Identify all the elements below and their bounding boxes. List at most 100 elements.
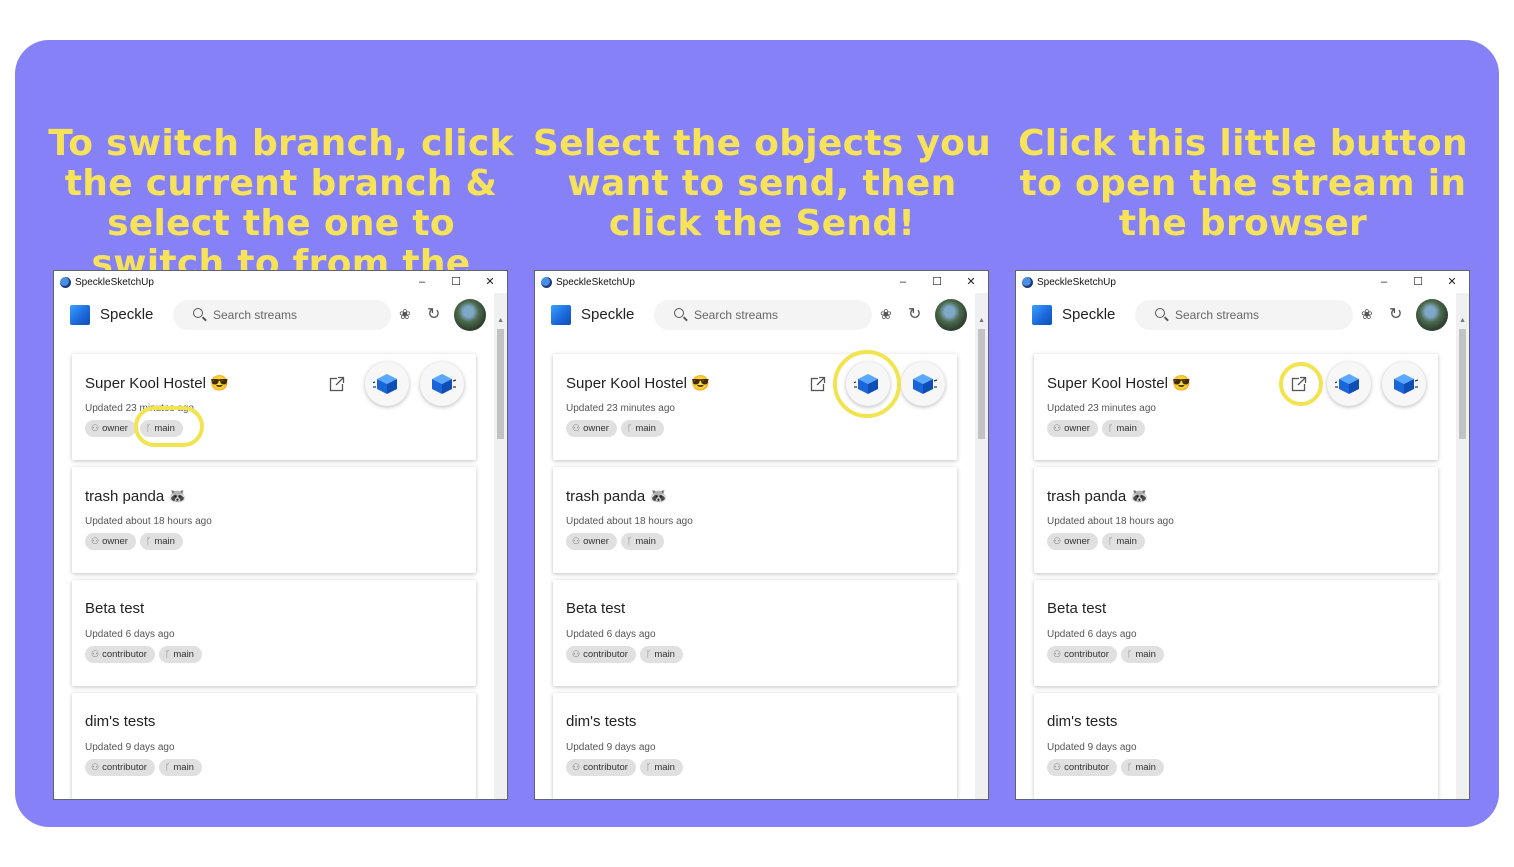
- account-group-icon: ⚇: [91, 423, 100, 433]
- role-label: contributor: [102, 762, 147, 773]
- send-cube-icon: [373, 374, 397, 394]
- source-branch-icon: ᚴ: [1126, 649, 1133, 659]
- avatar[interactable]: [454, 299, 486, 331]
- stream-title: Super Kool Hostel 😎: [1047, 375, 1191, 392]
- role-label: owner: [1064, 423, 1090, 434]
- stream-updated: Updated 23 minutes ago: [566, 403, 675, 414]
- magic-wand-icon[interactable]: ❀: [1361, 306, 1373, 323]
- receive-cube-icon: [1394, 374, 1418, 394]
- search-input[interactable]: Search streams: [654, 300, 872, 330]
- role-label: owner: [583, 423, 609, 434]
- branch-chip[interactable]: ᚴ main: [1120, 646, 1164, 663]
- close-button[interactable]: ✕: [954, 271, 988, 293]
- minimize-button[interactable]: –: [886, 271, 920, 293]
- scrollbar[interactable]: ▲: [494, 293, 507, 799]
- open-in-new-icon[interactable]: [810, 376, 826, 392]
- account-group-icon: ⚇: [91, 762, 100, 772]
- minimize-button[interactable]: –: [405, 271, 439, 293]
- avatar[interactable]: [935, 299, 967, 331]
- role-label: owner: [102, 423, 128, 434]
- receive-cube-icon: [432, 374, 456, 394]
- source-branch-icon: ᚴ: [1107, 423, 1114, 433]
- branch-chip[interactable]: ᚴ main: [158, 646, 202, 663]
- stream-card[interactable]: trash panda 🦝 Updated about 18 hours ago…: [1034, 467, 1438, 573]
- branch-chip[interactable]: ᚴ main: [620, 533, 664, 550]
- role-label: contributor: [1064, 649, 1109, 660]
- search-input[interactable]: Search streams: [1135, 300, 1353, 330]
- stream-card[interactable]: Beta test Updated 6 days ago ⚇ contributo…: [72, 580, 476, 686]
- branch-chip[interactable]: ᚴ main: [1101, 420, 1145, 437]
- role-chip: ⚇ owner: [85, 533, 136, 550]
- window-titlebar[interactable]: SpeckleSketchUp – ☐ ✕: [1016, 271, 1469, 293]
- role-chip: ⚇ contributor: [85, 646, 155, 663]
- maximize-button[interactable]: ☐: [920, 271, 954, 293]
- stream-updated: Updated 6 days ago: [566, 629, 656, 640]
- stream-card[interactable]: Beta test Updated 6 days ago ⚇ contributo…: [1034, 580, 1438, 686]
- stream-title: Beta test: [566, 600, 626, 617]
- maximize-button[interactable]: ☐: [439, 271, 473, 293]
- stream-card[interactable]: trash panda 🦝 Updated about 18 hours ago…: [553, 467, 957, 573]
- receive-button[interactable]: [1382, 362, 1426, 406]
- scroll-up-icon[interactable]: ▲: [978, 317, 985, 324]
- avatar[interactable]: [1416, 299, 1448, 331]
- account-group-icon: ⚇: [572, 649, 581, 659]
- role-chip: ⚇ contributor: [566, 646, 636, 663]
- refresh-icon[interactable]: ↻: [1389, 304, 1402, 324]
- refresh-icon[interactable]: ↻: [427, 304, 440, 324]
- receive-button[interactable]: [901, 362, 945, 406]
- caption-open-browser: Click this little button to open the str…: [1018, 123, 1468, 244]
- role-chip: ⚇ contributor: [1047, 646, 1117, 663]
- stream-updated: Updated 6 days ago: [1047, 629, 1137, 640]
- branch-chip[interactable]: ᚴ main: [1120, 759, 1164, 776]
- window-titlebar[interactable]: SpeckleSketchUp – ☐ ✕: [535, 271, 988, 293]
- branch-label: main: [654, 762, 675, 773]
- maximize-button[interactable]: ☐: [1401, 271, 1435, 293]
- source-branch-icon: ᚴ: [645, 762, 652, 772]
- branch-label: main: [154, 536, 175, 547]
- search-input[interactable]: Search streams: [173, 300, 391, 330]
- minimize-button[interactable]: –: [1367, 271, 1401, 293]
- branch-chip[interactable]: ᚴ main: [158, 759, 202, 776]
- stream-title: trash panda 🦝: [1047, 488, 1150, 505]
- speckle-window-1: SpeckleSketchUp – ☐ ✕ Speckle Search str…: [53, 270, 508, 800]
- stream-card[interactable]: Beta test Updated 6 days ago ⚇ contributo…: [553, 580, 957, 686]
- send-button[interactable]: [1327, 362, 1371, 406]
- source-branch-icon: ᚴ: [1126, 762, 1133, 772]
- stream-updated: Updated about 18 hours ago: [1047, 516, 1174, 527]
- scroll-up-icon[interactable]: ▲: [1459, 317, 1466, 324]
- branch-chip[interactable]: ᚴ main: [1101, 533, 1145, 550]
- magic-wand-icon[interactable]: ❀: [399, 306, 411, 323]
- stream-card[interactable]: dim's tests Updated 9 days ago ⚇ contribu…: [553, 693, 957, 799]
- source-branch-icon: ᚴ: [645, 649, 652, 659]
- window-titlebar[interactable]: SpeckleSketchUp – ☐ ✕: [54, 271, 507, 293]
- close-button[interactable]: ✕: [1435, 271, 1469, 293]
- scrollbar[interactable]: ▲: [1456, 293, 1469, 799]
- stream-card[interactable]: trash panda 🦝 Updated about 18 hours ago…: [72, 467, 476, 573]
- role-chip: ⚇ owner: [566, 420, 617, 437]
- stream-title: dim's tests: [85, 713, 156, 730]
- branch-chip[interactable]: ᚴ main: [639, 759, 683, 776]
- magic-wand-icon[interactable]: ❀: [880, 306, 892, 323]
- stream-updated: Updated 9 days ago: [1047, 742, 1137, 753]
- branch-chip[interactable]: ᚴ main: [639, 646, 683, 663]
- app-name: Speckle: [581, 306, 635, 323]
- search-placeholder: Search streams: [1175, 308, 1260, 322]
- send-button[interactable]: [365, 362, 409, 406]
- close-button[interactable]: ✕: [473, 271, 507, 293]
- scroll-up-icon[interactable]: ▲: [497, 317, 504, 324]
- stream-title: Super Kool Hostel 😎: [85, 375, 229, 392]
- branch-chip[interactable]: ᚴ main: [139, 533, 183, 550]
- branch-chip[interactable]: ᚴ main: [620, 420, 664, 437]
- scrollbar-thumb[interactable]: [978, 329, 985, 439]
- receive-button[interactable]: [420, 362, 464, 406]
- stream-card[interactable]: Super Kool Hostel 😎 Updated 23 minutes a…: [1034, 354, 1438, 460]
- refresh-icon[interactable]: ↻: [908, 304, 921, 324]
- scrollbar[interactable]: ▲: [975, 293, 988, 799]
- scrollbar-thumb[interactable]: [1459, 329, 1466, 439]
- stream-card[interactable]: dim's tests Updated 9 days ago ⚇ contribu…: [1034, 693, 1438, 799]
- stream-card[interactable]: Super Kool Hostel 😎 Updated 23 minutes a…: [72, 354, 476, 460]
- open-in-new-icon[interactable]: [329, 376, 345, 392]
- scrollbar-thumb[interactable]: [497, 329, 504, 439]
- stream-card[interactable]: dim's tests Updated 9 days ago ⚇ contribu…: [72, 693, 476, 799]
- role-label: contributor: [1064, 762, 1109, 773]
